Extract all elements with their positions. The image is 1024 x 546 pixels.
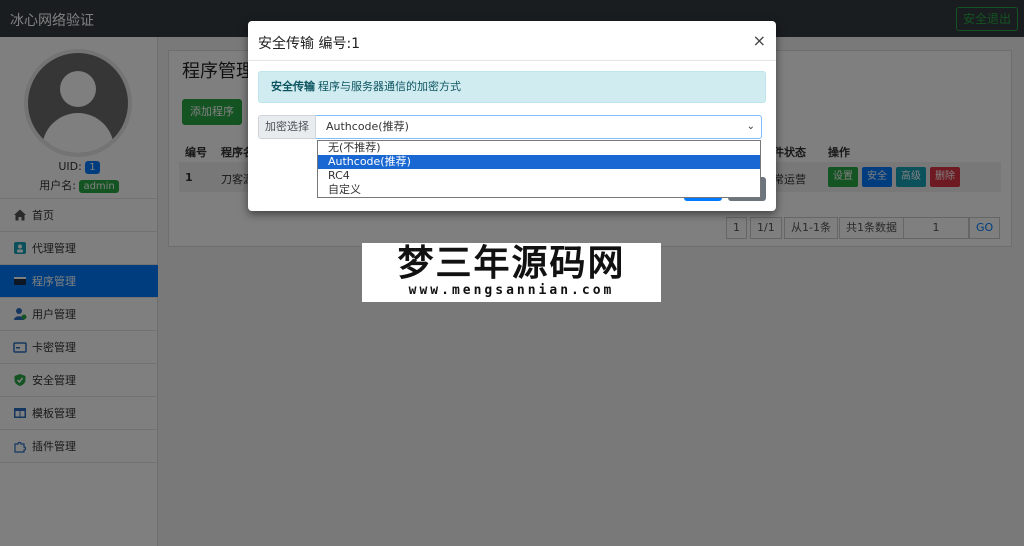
- option-rc4[interactable]: RC4: [318, 169, 760, 183]
- encryption-select[interactable]: Authcode(推荐) ⌄: [316, 115, 762, 139]
- option-authcode[interactable]: Authcode(推荐): [318, 155, 760, 169]
- modal-title: 安全传输 编号:1: [258, 36, 361, 52]
- select-value: Authcode(推荐): [326, 120, 409, 133]
- chevron-down-icon: ⌄: [746, 121, 755, 132]
- encryption-input-group: 加密选择 Authcode(推荐) ⌄: [258, 115, 762, 139]
- alert-strong: 安全传输: [271, 80, 315, 93]
- encryption-label: 加密选择: [258, 115, 316, 139]
- close-icon[interactable]: ×: [753, 31, 766, 50]
- watermark: 梦三年源码网 www.mengsannian.com: [362, 243, 661, 302]
- encryption-options-list: 无(不推荐) Authcode(推荐) RC4 自定义: [317, 140, 761, 198]
- alert-text: 程序与服务器通信的加密方式: [318, 80, 461, 93]
- modal-header: 安全传输 编号:1 ×: [248, 21, 776, 61]
- option-custom[interactable]: 自定义: [318, 183, 760, 197]
- info-alert: 安全传输 程序与服务器通信的加密方式: [258, 71, 766, 103]
- watermark-title: 梦三年源码网: [397, 242, 626, 284]
- option-none[interactable]: 无(不推荐): [318, 141, 760, 155]
- watermark-url: www.mengsannian.com: [408, 283, 615, 298]
